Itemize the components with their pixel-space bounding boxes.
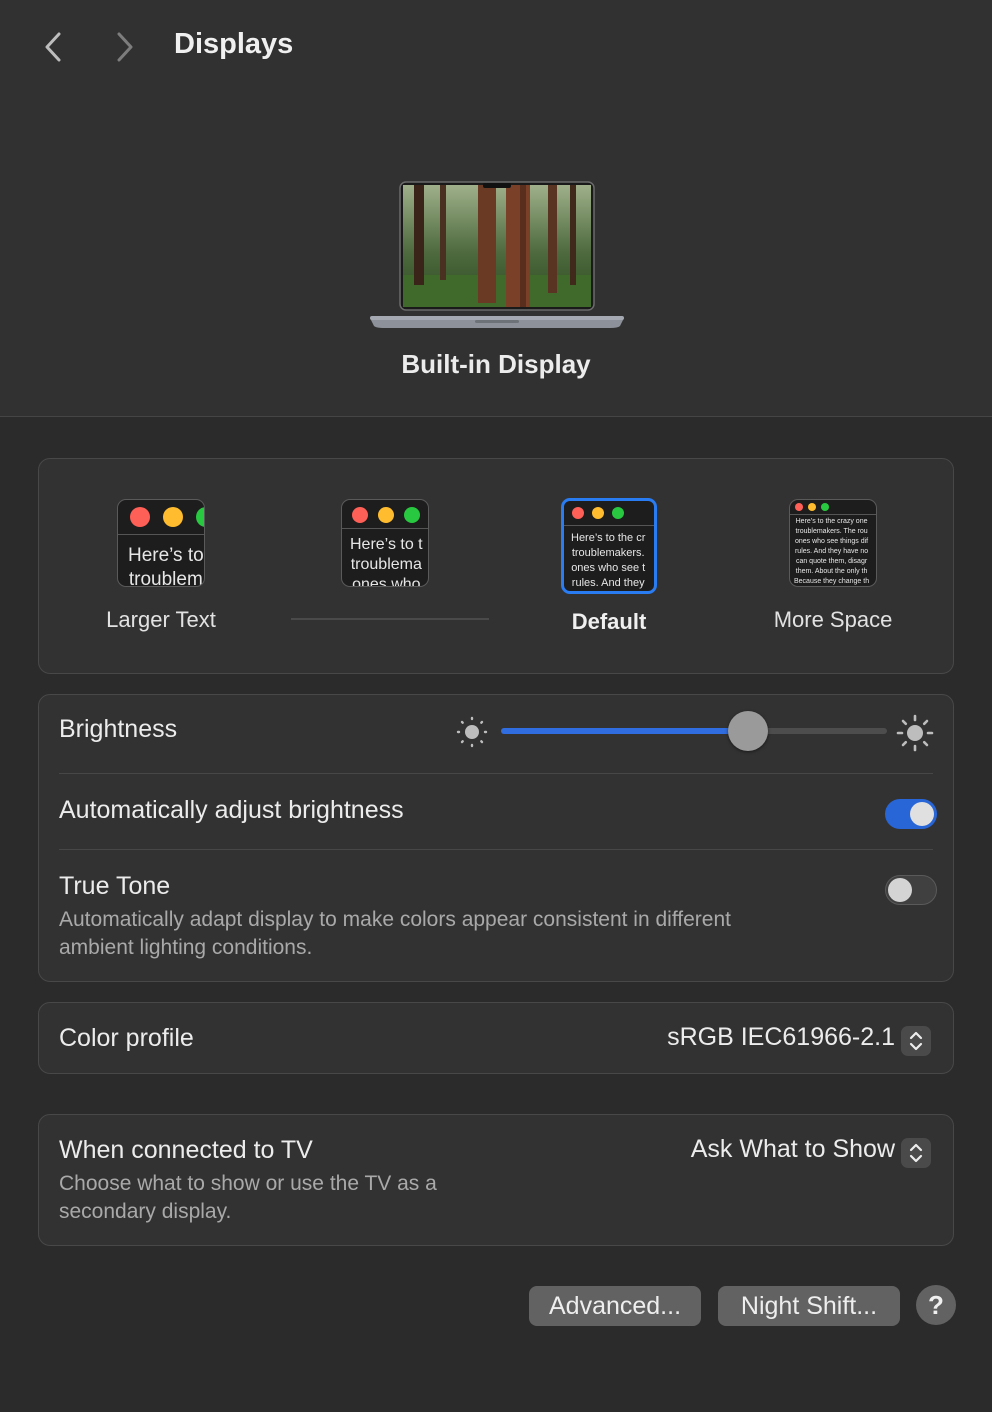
minimize-dot-icon (378, 507, 394, 523)
night-shift-button[interactable]: Night Shift... (718, 1286, 900, 1326)
resolution-preview-text: Here’s to troublem (128, 545, 204, 587)
chevron-right-icon (117, 32, 133, 62)
display-name: Built-in Display (401, 349, 591, 379)
resolution-preview: Here’s to the crazy one troublemakers. T… (789, 499, 877, 587)
chevron-left-icon (45, 32, 61, 62)
resolution-preview: Here’s to the cr troublemakers. ones who… (561, 498, 657, 594)
resolution-label: More Space (773, 607, 893, 632)
display-header-area: Displays Built-in Display (0, 0, 992, 417)
back-button[interactable] (36, 30, 72, 66)
tv-label: When connected to TV (59, 1136, 313, 1164)
divider (59, 773, 933, 774)
zoom-dot-icon (404, 507, 420, 523)
sun-dim-icon (456, 716, 488, 748)
brightness-label: Brightness (59, 715, 178, 743)
tv-popup[interactable]: Ask What to Show (690, 1135, 931, 1168)
color-profile-card: Color profile sRGB IEC61966-2.1 (38, 1002, 954, 1074)
resolution-option-more-space[interactable]: Here’s to the crazy one troublemakers. T… (733, 499, 933, 633)
true-tone-label: True Tone (59, 872, 171, 900)
tv-value: Ask What to Show (690, 1135, 895, 1163)
zoom-dot-icon (821, 503, 829, 511)
resolution-preview-text: Here’s to t troublema ones who (350, 536, 423, 587)
true-tone-description: Automatically adapt display to make colo… (59, 906, 731, 962)
close-dot-icon (795, 503, 803, 511)
updown-chevron-icon (901, 1025, 931, 1056)
resolution-label: Larger Text (106, 607, 216, 632)
resolution-card: Here’s to troublem Larger Text Here’s to… (38, 458, 954, 674)
divider (59, 849, 933, 850)
minimize-dot-icon (163, 507, 183, 527)
updown-chevron-icon (901, 1137, 931, 1168)
resolution-slider-line (291, 618, 489, 620)
advanced-button[interactable]: Advanced... (529, 1286, 701, 1326)
true-tone-toggle[interactable] (885, 875, 937, 905)
resolution-option-2[interactable]: Here’s to t troublema ones who (285, 499, 485, 587)
true-tone-description-line2: ambient lighting conditions. (59, 936, 313, 959)
toggle-knob (888, 878, 912, 902)
resolution-preview: Here’s to t troublema ones who (341, 499, 429, 587)
resolution-option-larger-text[interactable]: Here’s to troublem Larger Text (61, 499, 261, 633)
resolution-preview: Here’s to troublem (117, 499, 205, 587)
sun-bright-icon (896, 714, 934, 752)
resolution-option-default[interactable]: Here’s to the cr troublemakers. ones who… (509, 498, 709, 635)
brightness-slider-fill (501, 728, 749, 734)
true-tone-description-line1: Automatically adapt display to make colo… (59, 908, 731, 931)
help-button[interactable]: ? (916, 1285, 956, 1325)
tv-card: When connected to TV Choose what to show… (38, 1114, 954, 1246)
minimize-dot-icon (592, 507, 604, 519)
close-dot-icon (352, 507, 368, 523)
tv-description: Choose what to show or use the TV as a s… (59, 1170, 437, 1226)
resolution-label: Default (571, 609, 647, 634)
auto-brightness-label: Automatically adjust brightness (59, 796, 404, 824)
minimize-dot-icon (808, 503, 816, 511)
zoom-dot-icon (612, 507, 624, 519)
auto-brightness-toggle[interactable] (885, 799, 937, 829)
color-profile-label: Color profile (59, 1024, 194, 1052)
color-profile-value: sRGB IEC61966-2.1 (667, 1023, 895, 1051)
brightness-slider-knob[interactable] (728, 711, 769, 751)
toggle-knob (910, 802, 934, 826)
page-title: Displays (174, 28, 294, 60)
close-dot-icon (572, 507, 584, 519)
color-profile-popup[interactable]: sRGB IEC61966-2.1 (667, 1023, 931, 1056)
brightness-card: Brightness Automatically adjust brightne… (38, 694, 954, 982)
close-dot-icon (130, 507, 150, 527)
resolution-preview-text: Here’s to the crazy one troublemakers. T… (794, 518, 870, 585)
tv-description-line2: secondary display. (59, 1200, 232, 1223)
laptop-icon[interactable] (370, 180, 624, 330)
tv-description-line1: Choose what to show or use the TV as a (59, 1172, 437, 1195)
brightness-slider[interactable] (501, 711, 887, 751)
resolution-preview-text: Here’s to the cr troublemakers. ones who… (571, 532, 646, 589)
forward-button[interactable] (106, 30, 142, 66)
